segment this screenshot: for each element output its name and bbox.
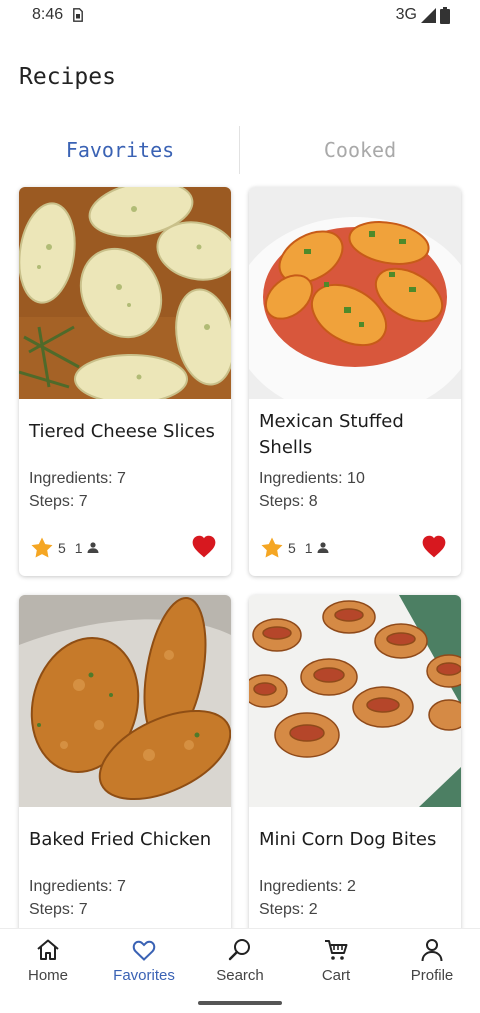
cook-count: 1 — [304, 539, 313, 556]
tab-cooked[interactable]: Cooked — [240, 124, 480, 176]
person-icon — [317, 542, 329, 553]
heart-icon — [132, 940, 156, 961]
recipe-image-corn-dog-bites — [249, 595, 461, 807]
network-type: 3G — [395, 6, 417, 23]
person-icon — [87, 542, 99, 553]
nav-cart-label: Cart — [321, 967, 351, 984]
recipe-ingredients: Ingredients: 7 — [29, 470, 126, 487]
battery-icon — [440, 6, 450, 24]
recipe-title: Mini Corn Dog Bites — [259, 829, 437, 850]
recipe-title: Mexican Stuffed Shells — [259, 411, 404, 458]
nav-search-label: Search — [216, 967, 264, 984]
recipe-card[interactable]: Tiered Cheese Slices Ingredients: 7 Step… — [19, 187, 231, 576]
signal-icon — [421, 7, 436, 23]
recipe-tabs: Favorites Cooked — [0, 124, 480, 176]
recipe-image-cheese-slices — [19, 187, 231, 399]
nav-favorites-label: Favorites — [113, 967, 175, 984]
tab-favorites[interactable]: Favorites — [0, 124, 240, 176]
recipe-steps: Steps: 7 — [29, 901, 88, 918]
recipe-steps: Steps: 8 — [259, 493, 318, 510]
recipe-steps: Steps: 7 — [29, 493, 88, 510]
cart-icon — [325, 940, 348, 960]
recipe-ingredients: Ingredients: 7 — [29, 878, 126, 895]
home-icon — [37, 939, 59, 960]
recipe-ingredients: Ingredients: 10 — [259, 470, 365, 487]
recipe-card[interactable]: Baked Fried Chicken Ingredients: 7 Steps… — [19, 595, 231, 940]
star-icon — [31, 537, 53, 558]
rating-value: 5 — [288, 539, 296, 556]
nav-favorites[interactable]: Favorites — [96, 937, 192, 984]
page-title: Recipes — [19, 64, 116, 90]
recipe-meta: 5 1 — [261, 537, 329, 558]
favorite-heart-icon[interactable] — [421, 534, 447, 558]
status-indicators: 3G — [396, 6, 450, 24]
recipe-card[interactable]: Mexican Stuffed Shells Ingredients: 10 S… — [249, 187, 461, 576]
recipe-steps: Steps: 2 — [259, 901, 318, 918]
nav-home-label: Home — [27, 967, 68, 984]
recipe-ingredients: Ingredients: 2 — [259, 878, 356, 895]
recipe-title: Baked Fried Chicken — [29, 829, 212, 850]
cook-count: 1 — [74, 539, 83, 556]
rating-value: 5 — [58, 539, 66, 556]
nav-home[interactable]: Home — [0, 937, 96, 984]
nav-profile[interactable]: Profile — [384, 937, 480, 984]
favorite-heart-icon[interactable] — [191, 534, 217, 558]
search-icon — [228, 939, 250, 961]
nav-search[interactable]: Search — [192, 937, 288, 984]
recipe-card[interactable]: Mini Corn Dog Bites Ingredients: 2 Steps… — [249, 595, 461, 940]
star-icon — [261, 537, 283, 558]
status-time: 8:46 — [32, 6, 64, 23]
recipe-meta: 5 1 — [31, 537, 99, 558]
sim-icon — [73, 8, 83, 22]
nav-cart[interactable]: Cart — [288, 937, 384, 984]
profile-icon — [421, 939, 443, 962]
recipe-title: Tiered Cheese Slices — [29, 421, 215, 442]
status-bar: 8:46 3G — [0, 0, 480, 32]
home-gesture-bar[interactable] — [198, 1001, 282, 1005]
recipe-image-stuffed-shells — [249, 187, 461, 399]
recipe-image-fried-chicken — [19, 595, 231, 807]
nav-profile-label: Profile — [410, 967, 454, 984]
